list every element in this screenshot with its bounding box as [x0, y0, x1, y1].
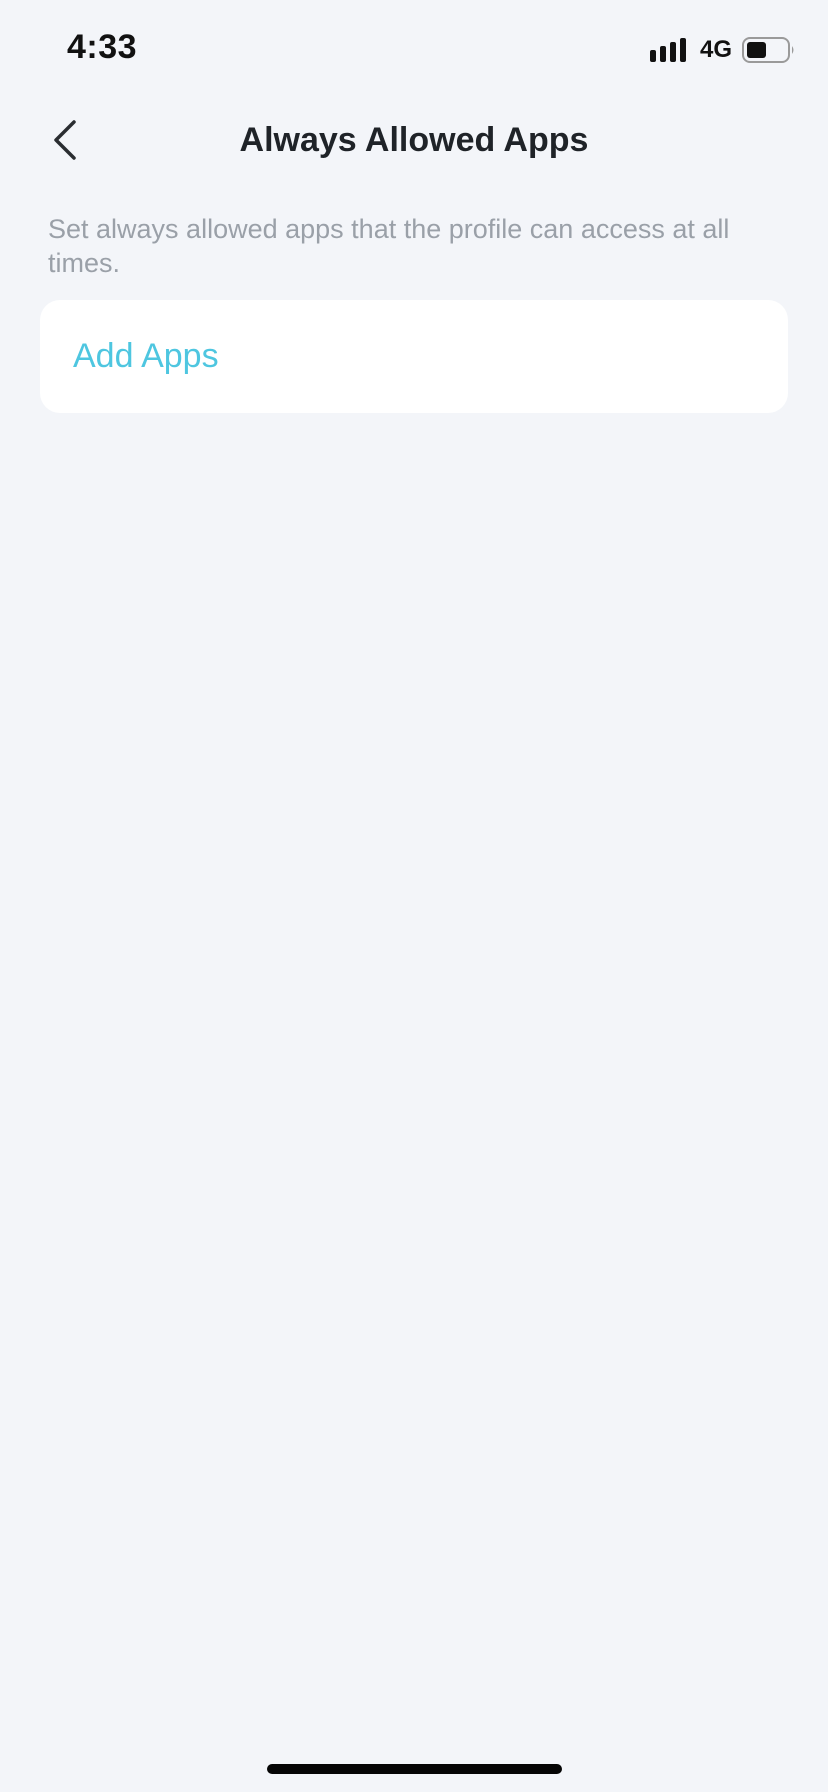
description-text: Set always allowed apps that the profile…: [48, 214, 730, 278]
add-apps-button[interactable]: Add Apps: [73, 337, 219, 376]
home-indicator[interactable]: [267, 1764, 562, 1774]
page-title: Always Allowed Apps: [239, 121, 589, 159]
battery-icon: [742, 36, 796, 64]
status-bar: 4:33 4G: [0, 0, 828, 100]
navigation-bar: Always Allowed Apps: [0, 100, 828, 184]
network-type: 4G: [699, 36, 732, 63]
cellular-signal-icon: [649, 36, 686, 64]
status-time: 4:33: [67, 28, 138, 66]
add-apps-card: Add Apps: [40, 300, 788, 413]
status-indicators: 4G: [649, 34, 796, 66]
